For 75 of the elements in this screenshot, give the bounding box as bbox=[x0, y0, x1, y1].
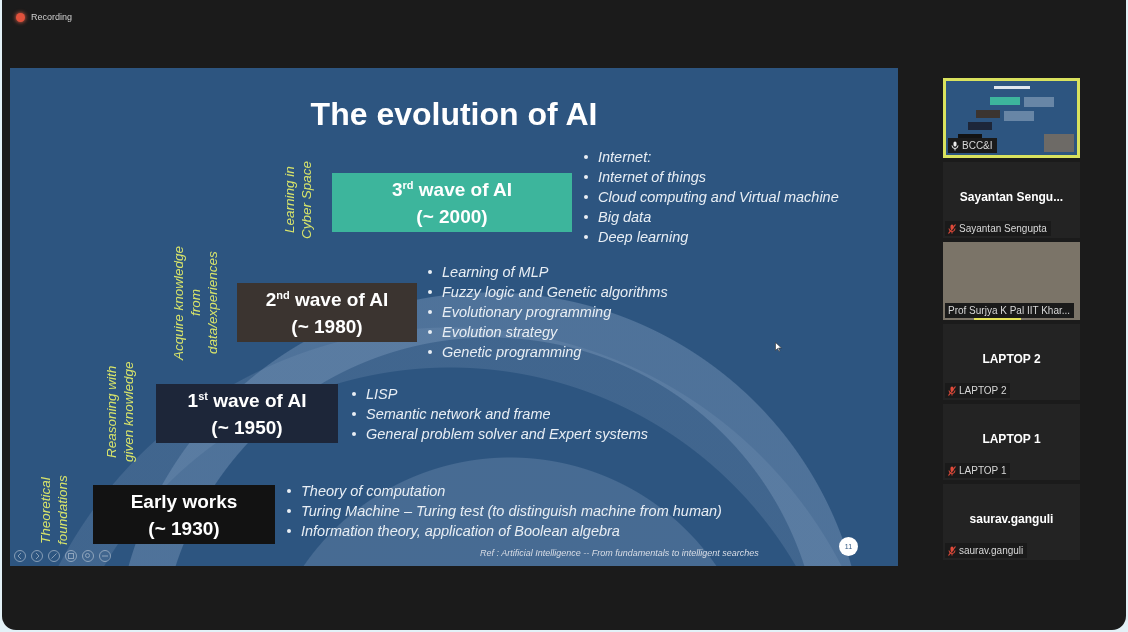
bullet-icon bbox=[428, 330, 432, 334]
recording-label: Recording bbox=[31, 12, 73, 22]
bullet-icon bbox=[584, 195, 588, 199]
bullet-text: Fuzzy logic and Genetic algorithms bbox=[442, 284, 668, 300]
wave-side-label: Reasoning with given knowledge bbox=[103, 360, 137, 464]
reference-text: Ref : Artificial Intelligence -- From fundamentals to intelligent searches bbox=[480, 548, 759, 558]
bullet-icon bbox=[352, 412, 356, 416]
muted-microphone-icon bbox=[948, 545, 956, 556]
bullet-icon bbox=[428, 310, 432, 314]
muted-microphone-icon bbox=[948, 385, 956, 396]
arrow-left-icon[interactable] bbox=[14, 550, 26, 562]
bullet-icon bbox=[287, 489, 291, 493]
bullet-text: Theory of computation bbox=[301, 483, 446, 499]
participant-name: LAPTOP 2 bbox=[981, 352, 1042, 366]
wave-title: 3$^{rd}$ wave of AI bbox=[391, 177, 513, 202]
bullet-text: Cloud computing and Virtual machine bbox=[598, 189, 839, 205]
participant-tile[interactable]: LAPTOP 1 LAPTOP 1 bbox=[943, 404, 1080, 480]
bullet-icon bbox=[584, 155, 588, 159]
cursor-icon bbox=[775, 342, 782, 352]
screen-share-tile[interactable]: BCC&I bbox=[943, 78, 1080, 158]
bullet-icon bbox=[428, 270, 432, 274]
arrow-right-icon[interactable] bbox=[31, 550, 43, 562]
bullet-text: Semantic network and frame bbox=[366, 406, 551, 422]
participant-name-label: Sayantan Sengupta bbox=[945, 221, 1051, 236]
wave-year: (~ 2000) bbox=[416, 204, 488, 229]
wave-side-label: Acquire knowledge from data/experiences bbox=[170, 244, 221, 363]
wave-year: (~ 1930) bbox=[148, 516, 220, 541]
microphone-icon bbox=[951, 140, 959, 151]
participant-name-label: LAPTOP 2 bbox=[945, 383, 1011, 398]
wave-year: (~ 1950) bbox=[211, 415, 283, 440]
wave-title: 1$^{st}$ wave of AI bbox=[187, 388, 307, 413]
more-icon[interactable] bbox=[99, 550, 111, 562]
muted-microphone-icon bbox=[948, 465, 956, 476]
participant-name-label: BCC&I bbox=[948, 138, 997, 153]
participant-video-tile[interactable]: Prof Surjya K Pal IIT Khar... bbox=[943, 242, 1080, 320]
wave-side-label: Theoretical foundations bbox=[37, 474, 71, 548]
participant-name-label: saurav.ganguli bbox=[945, 543, 1028, 558]
bullet-text: Big data bbox=[598, 209, 652, 225]
bullet-icon bbox=[584, 235, 588, 239]
bullet-text: Learning of MLP bbox=[442, 264, 549, 280]
wave-side-label: Learning in Cyber Space bbox=[281, 160, 315, 240]
bullet-text: Internet of things bbox=[598, 169, 706, 185]
bullet-text: Turing Machine – Turing test (to distinguish machine from human) bbox=[301, 503, 722, 519]
participant-name-label: Prof Surjya K Pal IIT Khar... bbox=[945, 303, 1075, 318]
participant-name: saurav.ganguli bbox=[968, 512, 1055, 526]
bullet-icon bbox=[287, 529, 291, 533]
bullet-icon bbox=[584, 215, 588, 219]
bullet-text: Internet: bbox=[598, 149, 652, 165]
bullet-text: Genetic programming bbox=[442, 344, 582, 360]
muted-microphone-icon bbox=[948, 223, 956, 234]
video-placeholder bbox=[1044, 134, 1074, 152]
participant-tile[interactable]: saurav.ganguli saurav.ganguli bbox=[943, 484, 1080, 560]
wave-year: (~ 1980) bbox=[291, 314, 363, 339]
bullet-text: Deep learning bbox=[598, 229, 689, 245]
bullet-text: Information theory, application of Boolean algebra bbox=[301, 523, 620, 539]
bullet-icon bbox=[584, 175, 588, 179]
participant-tile[interactable]: LAPTOP 2 LAPTOP 2 bbox=[943, 324, 1080, 400]
participant-name-label: LAPTOP 1 bbox=[945, 463, 1011, 478]
bullet-icon bbox=[287, 509, 291, 513]
recording-icon bbox=[16, 12, 25, 22]
bullet-icon bbox=[352, 432, 356, 436]
bullet-text: LISP bbox=[366, 386, 398, 402]
wave-title: Early works bbox=[130, 489, 238, 514]
bullet-icon bbox=[428, 290, 432, 294]
bullet-text: General problem solver and Expert systems bbox=[366, 426, 649, 442]
bullet-text: Evolutionary programming bbox=[442, 304, 612, 320]
bullet-icon bbox=[428, 350, 432, 354]
wave-title: 2$^{nd}$ wave of AI bbox=[265, 287, 389, 312]
slide-title: The evolution of AI bbox=[309, 96, 599, 133]
participant-name: Sayantan Sengu... bbox=[958, 190, 1065, 204]
participant-tile[interactable]: Sayantan Sengu... Sayantan Sengupta bbox=[943, 162, 1080, 238]
pen-icon[interactable] bbox=[48, 550, 60, 562]
bullet-text: Evolution strategy bbox=[442, 324, 558, 340]
bullet-icon bbox=[352, 392, 356, 396]
participant-name: LAPTOP 1 bbox=[981, 432, 1042, 446]
